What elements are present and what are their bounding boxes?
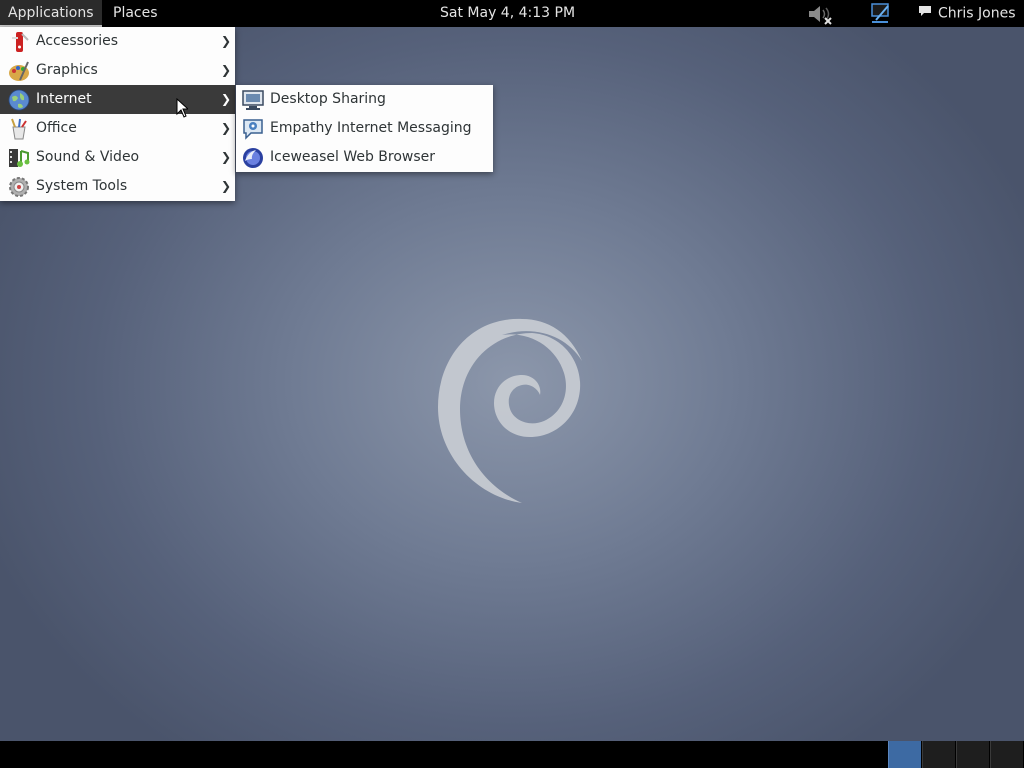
desktop-sharing-icon <box>242 90 264 110</box>
empathy-icon <box>243 119 263 140</box>
system-tools-icon <box>9 177 29 197</box>
menu-item-desktop-sharing[interactable]: Desktop Sharing <box>236 85 493 114</box>
graphics-icon <box>9 61 29 81</box>
chevron-right-icon: ❯ <box>220 179 231 193</box>
chevron-right-icon: ❯ <box>220 92 231 106</box>
menu-item-iceweasel[interactable]: Iceweasel Web Browser <box>236 143 493 172</box>
menu-item-system-tools[interactable]: System Tools ❯ <box>0 172 235 201</box>
workspace-3[interactable] <box>956 741 989 768</box>
volume-muted-icon[interactable] <box>806 3 834 29</box>
chevron-right-icon: ❯ <box>220 63 231 77</box>
workspace-1[interactable] <box>888 741 921 768</box>
menu-item-accessories[interactable]: Accessories ❯ <box>0 27 235 56</box>
menu-item-internet[interactable]: Internet ❯ <box>0 85 235 114</box>
menu-item-sound-video[interactable]: Sound & Video ❯ <box>0 143 235 172</box>
chevron-right-icon: ❯ <box>220 150 231 164</box>
menu-item-empathy[interactable]: Empathy Internet Messaging <box>236 114 493 143</box>
accessories-icon <box>12 32 29 52</box>
office-icon <box>11 118 27 140</box>
menu-item-label: System Tools <box>36 178 128 194</box>
debian-swirl-logo <box>438 318 582 503</box>
user-name: Chris Jones <box>938 5 1016 22</box>
menu-item-label: Iceweasel Web Browser <box>270 149 436 165</box>
chevron-right-icon: ❯ <box>220 34 231 48</box>
clock[interactable]: Sat May 4, 4:13 PM <box>432 0 583 27</box>
iceweasel-icon <box>243 148 263 168</box>
bottom-panel <box>0 741 1024 768</box>
menu-item-label: Graphics <box>36 62 98 78</box>
mouse-pointer-icon <box>176 98 188 118</box>
workspace-4[interactable] <box>990 741 1023 768</box>
applications-menu-button[interactable]: Applications <box>0 0 102 27</box>
menu-item-label: Desktop Sharing <box>270 91 386 107</box>
menu-item-label: Empathy Internet Messaging <box>270 120 472 136</box>
network-icon[interactable] <box>868 3 892 29</box>
menu-item-office[interactable]: Office ❯ <box>0 114 235 143</box>
workspace-2[interactable] <box>922 741 955 768</box>
menu-item-label: Accessories <box>36 33 119 49</box>
chevron-right-icon: ❯ <box>220 121 231 135</box>
internet-icon <box>8 89 30 111</box>
sound-video-icon <box>9 149 30 167</box>
menu-item-label: Sound & Video <box>36 149 140 165</box>
user-menu[interactable]: Chris Jones <box>910 0 1024 27</box>
top-panel: Applications Places Sat May 4, 4:13 PM C… <box>0 0 1024 27</box>
internet-submenu: Desktop Sharing Empathy Internet Messagi… <box>236 85 493 172</box>
places-menu-button[interactable]: Places <box>105 0 166 27</box>
applications-menu: Accessories ❯ Graphics ❯ Internet ❯ Offi… <box>0 27 235 201</box>
menu-item-label: Office <box>36 120 77 136</box>
menu-item-label: Internet <box>36 91 92 107</box>
menu-item-graphics[interactable]: Graphics ❯ <box>0 56 235 85</box>
chat-bubble-icon <box>918 0 932 27</box>
